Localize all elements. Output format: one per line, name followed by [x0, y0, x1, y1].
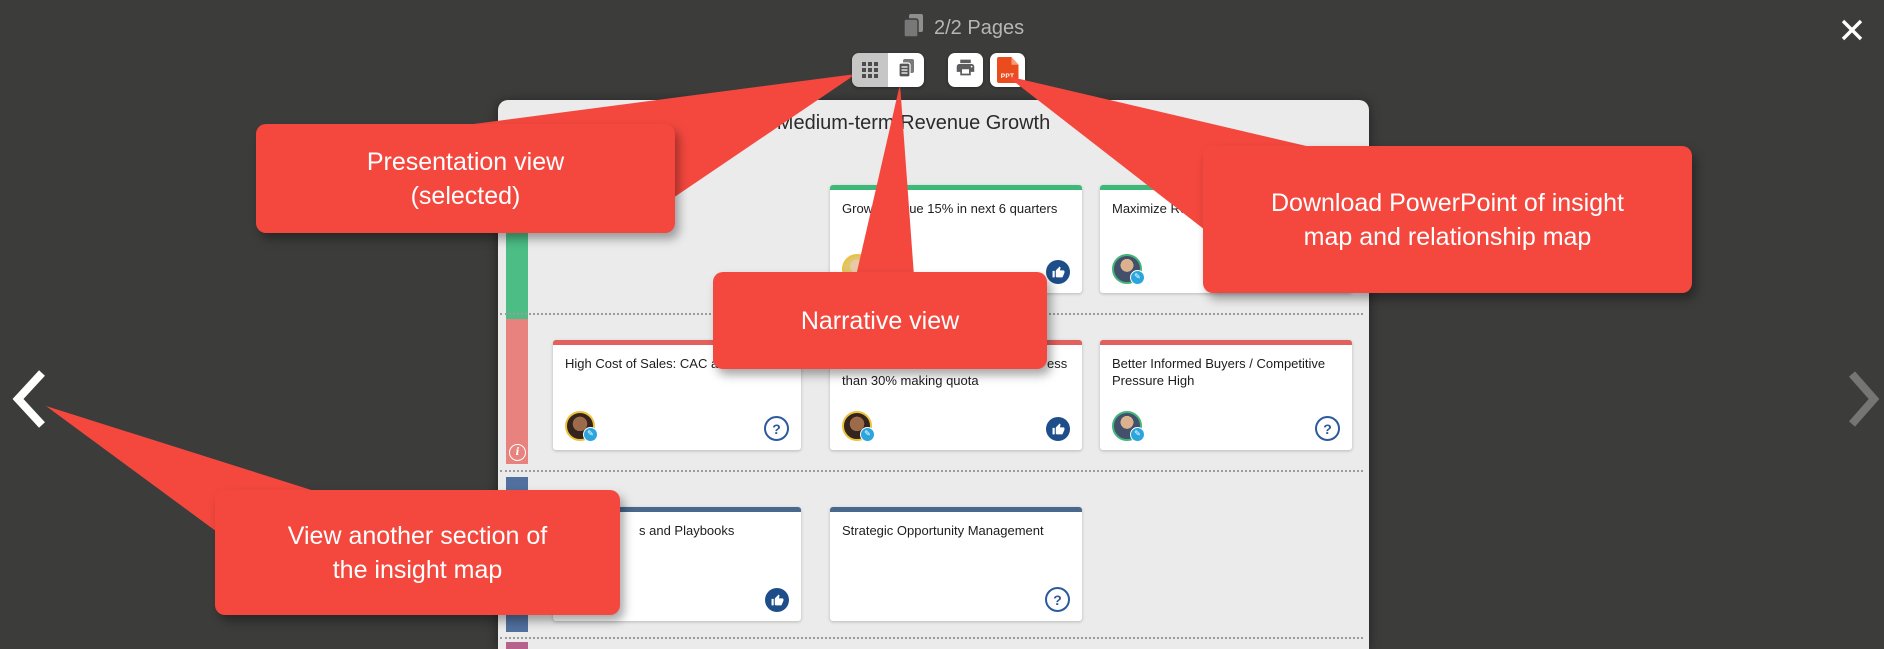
info-icon-red[interactable]: i	[509, 444, 526, 461]
callout-presentation-view: Presentation view (selected)	[256, 124, 675, 233]
edit-badge-icon: ✎	[1130, 427, 1145, 442]
callout-text: View another section of	[288, 519, 547, 553]
chevron-left-icon	[10, 368, 50, 430]
ppt-file-icon: PPT	[997, 57, 1019, 83]
card-title: Grow revenue 15% in next 6 quarters	[842, 200, 1070, 217]
callout-download-ppt: Download PowerPoint of insight map and r…	[1203, 146, 1692, 293]
card-title: s and Playbooks	[639, 522, 734, 539]
previous-section-button[interactable]	[10, 368, 50, 435]
download-ppt-button[interactable]: PPT	[990, 53, 1025, 87]
like-button[interactable]	[1046, 260, 1070, 284]
section-divider	[500, 637, 1363, 639]
callout-text: map and relationship map	[1304, 220, 1592, 254]
narrative-view-button[interactable]	[888, 53, 924, 87]
callout-section-nav: View another section of the insight map	[215, 490, 620, 615]
avatar: ✎	[1112, 411, 1142, 441]
card-title: Strategic Opportunity Management	[842, 522, 1070, 539]
like-button[interactable]	[765, 588, 789, 612]
card-title-line1: ess	[1047, 355, 1067, 372]
page-count-label: 2/2 Pages	[934, 17, 1024, 40]
section-bar-pink	[506, 642, 528, 649]
callout-text: the insight map	[333, 553, 503, 587]
callout-text: Narrative view	[801, 304, 959, 338]
page-indicator: 2/2 Pages	[900, 12, 1024, 44]
question-button[interactable]: ?	[764, 416, 789, 441]
grid-view-icon	[862, 62, 878, 78]
avatar: ✎	[842, 411, 872, 441]
next-section-button[interactable]	[1846, 370, 1882, 433]
avatar: ✎	[565, 411, 595, 441]
callout-text: Download PowerPoint of insight	[1271, 186, 1624, 220]
view-mode-toggle	[852, 53, 924, 87]
insight-card[interactable]: Better Informed Buyers / Competitive Pre…	[1100, 340, 1352, 450]
edit-badge-icon: ✎	[583, 427, 598, 442]
like-button[interactable]	[1046, 417, 1070, 441]
print-button[interactable]	[948, 53, 983, 87]
card-title-line2: than 30% making quota	[842, 373, 979, 388]
question-button[interactable]: ?	[1315, 416, 1340, 441]
question-button[interactable]: ?	[1045, 587, 1070, 612]
section-divider	[500, 470, 1363, 472]
presentation-view-button[interactable]	[852, 53, 888, 87]
section-bar-red	[506, 319, 528, 464]
close-icon[interactable]	[1838, 16, 1866, 44]
callout-narrative-view: Narrative view	[713, 272, 1047, 369]
avatar: ✎	[1112, 254, 1142, 284]
card-title: Better Informed Buyers / Competitive Pre…	[1112, 355, 1340, 389]
callout-text: Presentation view	[367, 145, 564, 179]
edit-badge-icon: ✎	[1130, 270, 1145, 285]
insight-card[interactable]: Strategic Opportunity Management ?	[830, 507, 1082, 621]
narrative-view-icon	[895, 57, 917, 84]
chevron-right-icon	[1846, 370, 1882, 428]
presentation-overlay: 2/2 Pages	[0, 0, 1884, 649]
pages-icon	[900, 12, 926, 44]
printer-icon	[955, 57, 976, 83]
callout-text: (selected)	[411, 179, 521, 213]
edit-badge-icon: ✎	[860, 427, 875, 442]
view-toolbar	[852, 53, 924, 87]
